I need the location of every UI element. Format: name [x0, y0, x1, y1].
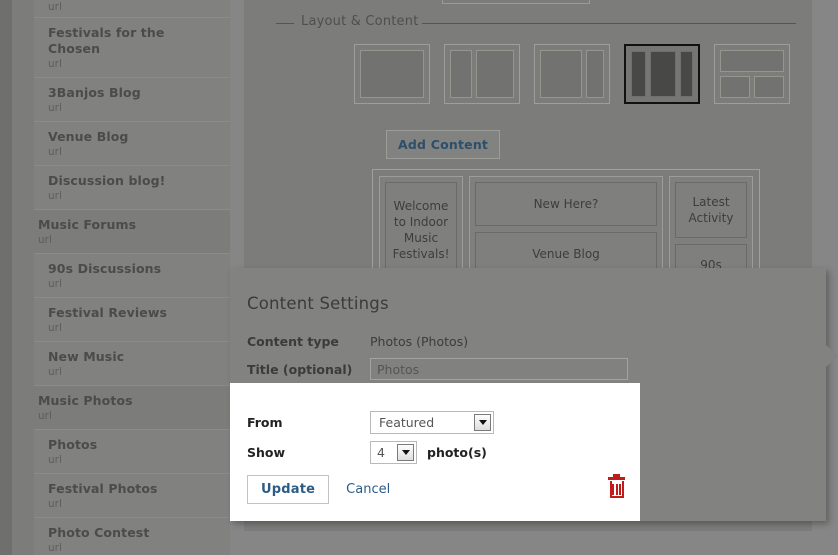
partial-top-field — [442, 0, 590, 4]
content-settings-dialog: Content Settings Content type Photos (Ph… — [230, 268, 838, 521]
sidebar-item-url: url — [48, 190, 62, 202]
sidebar-item-url: url — [48, 366, 62, 378]
sidebar-item-title: Photos — [48, 437, 98, 452]
sidebar-item-title: 90s Discussions — [48, 261, 162, 276]
sidebar-item-title: 3Banjos Blog — [48, 85, 141, 100]
sidebar-item-title: Discussion blog! — [48, 173, 166, 188]
sidebar-item-url: url — [48, 58, 62, 70]
layout-thumbnail-list — [354, 44, 790, 104]
fieldset-legend: Layout & Content — [301, 14, 419, 29]
content-block[interactable]: Latest Activity — [675, 182, 747, 238]
title-label: Title (optional) — [247, 361, 353, 377]
content-type-row: Content type Photos (Photos) — [247, 334, 807, 349]
from-select-value: Featured — [379, 415, 435, 430]
show-row: Show 4 photo(s) — [247, 441, 487, 464]
sidebar-item[interactable]: Festival Photos url — [34, 474, 230, 518]
content-block[interactable]: Welcome to Indoor Music Festivals! — [385, 182, 457, 278]
from-select[interactable]: Featured — [370, 411, 494, 434]
sidebar-item[interactable]: Festivals for the Chosen url — [34, 18, 230, 78]
chevron-down-icon — [474, 414, 491, 431]
sidebar-item-url: url — [48, 146, 62, 158]
sidebar-item[interactable]: 3Banjos Blog url — [34, 78, 230, 122]
sidebar-item[interactable]: New Music url — [34, 342, 230, 386]
sidebar-item-url: url — [38, 234, 52, 246]
layout-option-two-column-equal[interactable] — [444, 44, 520, 104]
from-row: From Featured — [247, 411, 494, 434]
dialog-pointer-arrow — [826, 345, 838, 367]
sidebar-item[interactable]: Music Forums url — [34, 210, 230, 254]
sidebar-item-title: Venue Blog — [48, 129, 129, 144]
layout-option-one-column[interactable] — [354, 44, 430, 104]
layout-option-three-column[interactable] — [624, 44, 700, 104]
sidebar-item[interactable]: Venue Blog url — [34, 122, 230, 166]
title-input[interactable] — [370, 358, 628, 380]
sidebar-item-title: New Music — [48, 349, 125, 364]
content-block[interactable]: New Here? — [475, 182, 657, 226]
cancel-link[interactable]: Cancel — [346, 482, 390, 497]
layout-option-two-column-wide-narrow[interactable] — [534, 44, 610, 104]
sidebar-item[interactable]: Photo Contest url — [34, 518, 230, 555]
left-gutter — [12, 0, 34, 555]
show-label: Show — [247, 445, 286, 460]
sidebar-item[interactable]: Discussion blog! url — [34, 166, 230, 210]
sidebar-item-title: Photo Contest — [48, 525, 150, 540]
update-button[interactable]: Update — [247, 475, 330, 504]
sidebar-item-url: url — [48, 498, 62, 510]
content-type-label: Content type — [247, 334, 339, 349]
highlighted-settings-band: From Featured Show 4 photo(s) Update Can… — [230, 383, 640, 521]
sidebar-item[interactable]: url — [34, 0, 230, 18]
sidebar-item[interactable]: 90s Discussions url — [34, 254, 230, 298]
layout-option-header-two-column[interactable] — [714, 44, 790, 104]
dialog-actions: Update Cancel — [247, 475, 390, 504]
content-type-value: Photos (Photos) — [370, 334, 469, 349]
chevron-down-icon — [397, 444, 414, 461]
sidebar-item-url: url — [48, 322, 62, 334]
sidebar-item-url: url — [48, 1, 62, 13]
sidebar-item-url: url — [38, 410, 52, 422]
sidebar-item-title: Festival Photos — [48, 481, 158, 496]
sidebar-item[interactable]: Music Photos url — [34, 386, 230, 430]
sidebar-item-url: url — [48, 542, 62, 554]
add-content-button[interactable]: Add Content — [386, 130, 501, 159]
show-unit-label: photo(s) — [427, 445, 487, 460]
app-root: url Festivals for the Chosen url 3Banjos Bl… — [0, 0, 838, 555]
from-label: From — [247, 415, 283, 430]
sidebar-item-url: url — [48, 102, 62, 114]
show-count-value: 4 — [377, 445, 385, 460]
sidebar-item-title: Music Photos — [38, 393, 133, 408]
sidebar-item-url: url — [48, 278, 62, 290]
fieldset-rule-left — [276, 23, 294, 24]
title-row: Title (optional) — [247, 358, 807, 380]
sidebar-item-title: Music Forums — [38, 217, 137, 232]
left-rail — [0, 0, 12, 555]
sidebar-item[interactable]: Festival Reviews url — [34, 298, 230, 342]
sidebar-item-url: url — [48, 454, 62, 466]
page-tree-sidebar: url Festivals for the Chosen url 3Banjos Bl… — [34, 0, 230, 555]
fieldset-rule-right — [422, 23, 796, 24]
dialog-title: Content Settings — [247, 294, 389, 313]
sidebar-item-title: Festivals for the Chosen — [48, 25, 165, 56]
sidebar-item[interactable]: Photos url — [34, 430, 230, 474]
sidebar-item-title: Festival Reviews — [48, 305, 168, 320]
show-count-select[interactable]: 4 — [370, 441, 417, 464]
